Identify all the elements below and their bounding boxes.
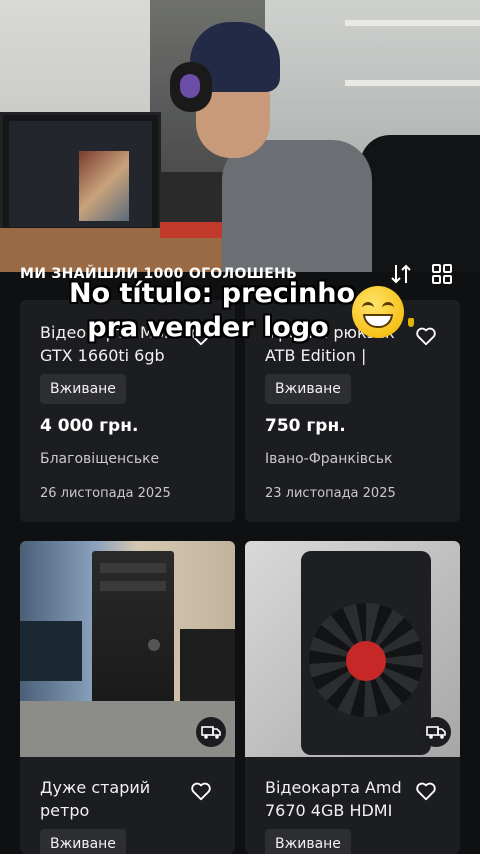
shelf	[345, 80, 480, 86]
graphics-card-image	[301, 551, 431, 755]
condition-badge: Вживане	[265, 374, 351, 404]
title-line: ATB Edition |	[265, 346, 367, 365]
price: 750 грн.	[265, 416, 346, 436]
sweat-drop-icon	[408, 318, 414, 327]
monitor-screen	[9, 121, 152, 227]
product-box	[160, 222, 225, 238]
condition-badge: Вживане	[40, 829, 126, 854]
monitor-image	[20, 621, 82, 681]
date: 23 листопада 2025	[265, 486, 396, 501]
person-body	[222, 140, 372, 272]
location: Івано-Франківськ	[265, 451, 393, 467]
title-line: GTX 1660ti 6gb	[40, 346, 165, 365]
listing-card[interactable]: Відеокарта Amd 7670 4GB HDMI Вживане	[245, 541, 460, 854]
monitor	[0, 112, 161, 236]
video-overlay-photo	[0, 0, 480, 272]
delivery-truck-icon	[201, 726, 221, 739]
title-line: Відеокарта Amd	[265, 778, 402, 797]
title-line: ретро	[40, 801, 90, 820]
grinning-sweat-emoji-icon	[352, 286, 404, 338]
location: Благовіщенське	[40, 451, 160, 467]
heart-icon[interactable]	[190, 780, 212, 802]
listing-title: Дуже старий ретро	[40, 776, 150, 822]
monitor-image	[79, 151, 129, 221]
title-line: 7670 4GB HDMI	[265, 801, 393, 820]
date: 26 листопада 2025	[40, 486, 171, 501]
listing-card[interactable]: Дуже старий ретро Вживане	[20, 541, 235, 854]
condition-badge: Вживане	[40, 374, 126, 404]
condition-badge: Вживане	[265, 829, 351, 854]
delivery-truck-icon	[426, 726, 446, 739]
heart-icon[interactable]	[415, 780, 437, 802]
title-line: Дуже старий	[40, 778, 151, 797]
headphones	[170, 62, 212, 112]
chair	[360, 135, 480, 272]
listing-title: Відеокарта Amd 7670 4GB HDMI	[265, 776, 402, 822]
delivery-badge	[421, 717, 451, 747]
price: 4 000 грн.	[40, 416, 139, 436]
shelf	[345, 20, 480, 26]
delivery-badge	[196, 717, 226, 747]
